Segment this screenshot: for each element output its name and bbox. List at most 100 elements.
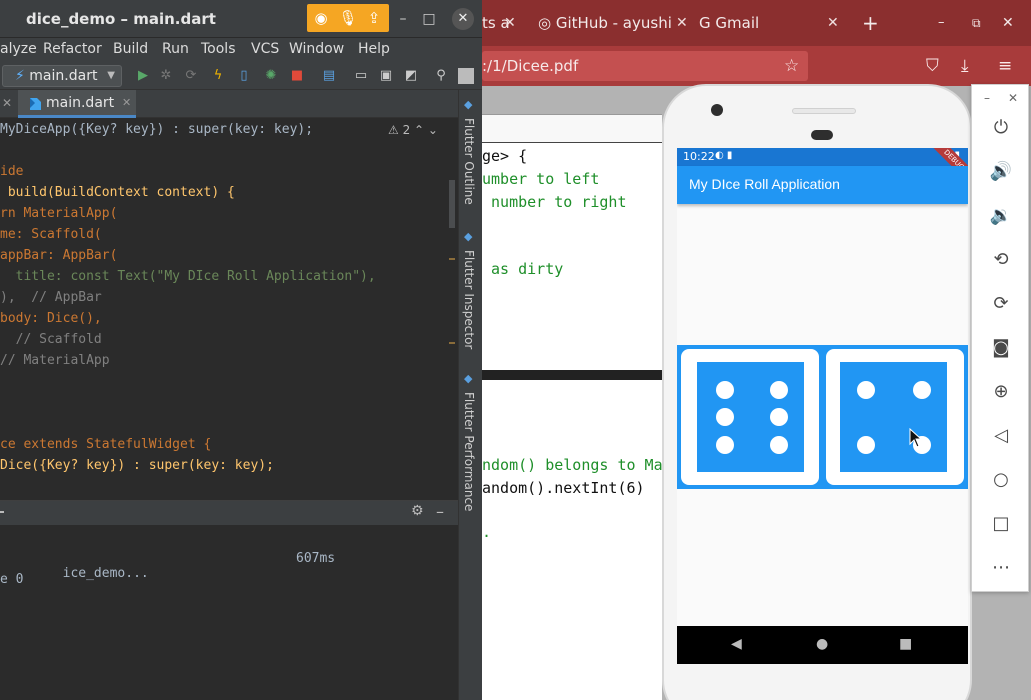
warning-indicator[interactable]: ⚠ 2 ⌃ ⌄ <box>388 123 438 137</box>
dice-pip <box>716 381 734 399</box>
dice-face-six <box>697 362 804 472</box>
address-field[interactable]: :/1/Dicee.pdf <box>482 51 808 81</box>
browser-tab[interactable]: ts a ✕ <box>482 6 518 40</box>
close-icon[interactable]: ✕ <box>122 96 131 109</box>
dice-row <box>677 345 968 489</box>
power-icon[interactable]: ⏻ <box>988 115 1014 141</box>
avd-manager-icon[interactable]: ◩ <box>403 68 419 84</box>
device-icon[interactable]: ▯ <box>236 68 252 84</box>
back-icon[interactable]: ◀ <box>731 636 742 652</box>
pdf-line: andom().nextInt(6) <box>482 479 645 497</box>
minimize-icon[interactable]: – <box>938 6 945 40</box>
user-icon[interactable] <box>458 68 474 84</box>
overview-icon[interactable]: □ <box>988 511 1014 537</box>
pdf-line: number to right <box>482 193 627 211</box>
menu-analyze[interactable]: alyze <box>0 41 37 57</box>
pdf-line: . <box>482 523 492 541</box>
close-icon[interactable]: ✕ <box>452 8 474 30</box>
android-nav-bar: ◀ ● ■ <box>677 626 968 664</box>
flutter-inspector-tab[interactable]: Flutter Inspector <box>462 250 476 349</box>
camera-icon[interactable]: ◙ <box>988 335 1014 361</box>
tab-label: Gmail <box>715 14 760 32</box>
flutter-side-toolbar: ◆ Flutter Outline ◆ Flutter Inspector ◆ … <box>458 90 482 700</box>
menu-window[interactable]: Window <box>289 41 344 57</box>
dice-pip <box>857 381 875 399</box>
attach-icon[interactable]: ⟳ <box>183 68 199 84</box>
back-icon[interactable]: ◁ <box>988 423 1014 449</box>
search-icon[interactable]: ⚲ <box>433 68 449 84</box>
flutter-icon: ◆ <box>464 98 473 111</box>
menu-tools[interactable]: Tools <box>201 41 236 57</box>
run-icon[interactable]: ▶ <box>135 68 151 84</box>
notification-icons: ◐ ▮ <box>715 150 733 161</box>
left-dice-button[interactable] <box>681 349 819 485</box>
dice-pip <box>770 408 788 426</box>
scroll-marker <box>449 342 455 344</box>
home-icon[interactable]: ○ <box>988 467 1014 493</box>
stop-icon[interactable]: ■ <box>289 68 305 84</box>
sdk-manager-icon[interactable]: ▣ <box>378 68 394 84</box>
menu-help[interactable]: Help <box>358 41 390 57</box>
download-icon[interactable]: ⤓ <box>961 56 969 76</box>
project-structure-icon[interactable]: ▤ <box>321 68 337 84</box>
microphone-icon[interactable]: 🎙 <box>338 8 358 28</box>
maximize-icon[interactable]: ⧉ <box>972 6 981 40</box>
ide-title-bar: dice_demo – main.dart ◉ 🎙 ⇪ – □ ✕ <box>0 0 482 38</box>
browser-tab-github[interactable]: ◎ GitHub - ayushi ✕ <box>538 6 688 40</box>
minimize-icon[interactable]: – <box>436 502 444 521</box>
firefox-icon[interactable]: ◉ <box>311 8 331 28</box>
pdf-line: ndom() belongs to Ma <box>482 456 663 474</box>
debug-icon[interactable]: ✲ <box>158 68 174 84</box>
menu-run[interactable]: Run <box>162 41 189 57</box>
maximize-icon[interactable]: □ <box>418 8 440 30</box>
run-config-dropdown[interactable]: ⚡ main.dart ▼ <box>2 65 122 87</box>
code-line: me: Scaffold( <box>0 227 102 242</box>
gear-icon[interactable]: ⚙ <box>411 503 424 519</box>
pdf-line: as dirty <box>482 260 564 278</box>
phone-speaker <box>792 108 856 114</box>
volume-up-icon[interactable]: 🔊 <box>988 159 1014 185</box>
close-icon[interactable]: ✕ <box>827 6 839 40</box>
chevron-down-icon: ▼ <box>107 70 115 81</box>
tab-main-dart[interactable]: main.dart ✕ <box>18 90 136 118</box>
menu-build[interactable]: Build <box>113 41 148 57</box>
close-icon[interactable]: ✕ <box>676 6 688 40</box>
home-icon[interactable]: ● <box>816 636 828 652</box>
volume-down-icon[interactable]: 🔉 <box>988 203 1014 229</box>
pdf-page-edge <box>482 114 662 142</box>
browser-tab-gmail[interactable]: G Gmail ✕ <box>699 6 849 40</box>
rotate-left-icon[interactable]: ⟲ <box>988 247 1014 273</box>
menu-vcs[interactable]: VCS <box>251 41 279 57</box>
code-line: // Scaffold <box>0 332 102 347</box>
upload-icon[interactable]: ⇪ <box>364 8 384 28</box>
new-tab-button[interactable]: + <box>862 6 882 40</box>
close-icon[interactable]: ✕ <box>1002 6 1014 40</box>
more-icon[interactable]: ⋯ <box>988 555 1014 581</box>
overview-icon[interactable]: ■ <box>899 636 912 652</box>
window-icon[interactable]: ▭ <box>353 68 369 84</box>
flutter-outline-tab[interactable]: Flutter Outline <box>462 118 476 205</box>
phone-screen[interactable]: 10:22 ◐ ▮ ▾ ▮ DEBUG My DIce Roll Applica… <box>677 148 968 664</box>
bookmark-star-icon[interactable]: ☆ <box>784 56 799 76</box>
pocket-icon[interactable]: ⛉ <box>926 56 939 76</box>
profile-icon[interactable]: ✺ <box>263 68 279 84</box>
menu-refactor[interactable]: Refactor <box>43 41 102 57</box>
zoom-icon[interactable]: ⊕ <box>988 379 1014 405</box>
menu-icon[interactable]: ≡ <box>998 56 1012 76</box>
dart-file-icon <box>30 98 41 110</box>
minimize-icon[interactable]: – <box>392 8 414 30</box>
close-icon[interactable]: ✕ <box>2 96 12 110</box>
phone-sensor <box>811 130 833 140</box>
close-icon[interactable]: ✕ <box>1008 91 1018 105</box>
dice-face-four <box>840 362 947 472</box>
minimize-icon[interactable]: – <box>984 91 990 105</box>
code-editor[interactable]: MyDiceApp({Key? key}) : super(key: key);… <box>0 118 458 500</box>
console-timing: 607ms <box>296 551 336 566</box>
close-icon[interactable]: ✕ <box>504 6 516 40</box>
rotate-right-icon[interactable]: ⟳ <box>988 291 1014 317</box>
hot-reload-icon[interactable]: ϟ <box>210 68 226 84</box>
flutter-icon: ⚡ <box>15 68 25 84</box>
editor-scrollbar[interactable] <box>449 180 455 228</box>
right-dice-button[interactable] <box>826 349 964 485</box>
flutter-performance-tab[interactable]: Flutter Performance <box>462 392 476 511</box>
